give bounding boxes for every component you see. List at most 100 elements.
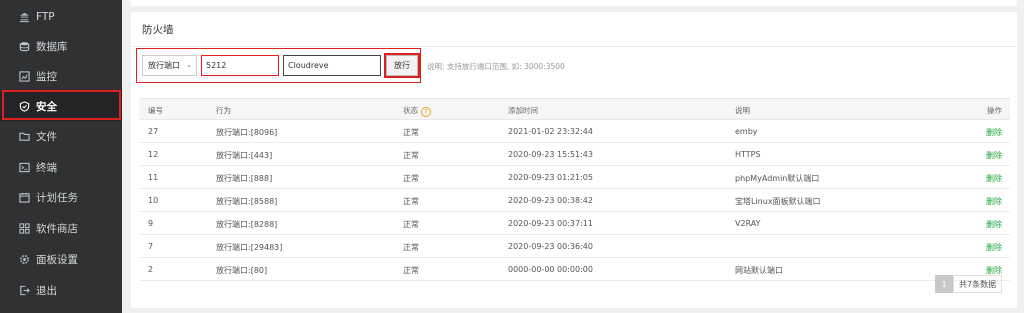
sidebar-item-settings[interactable]: 面板设置 (0, 244, 122, 274)
action-select-value: 放行端口 (148, 61, 180, 70)
grid-icon (19, 222, 30, 234)
cell-action: 放行端口:[443] (216, 151, 273, 160)
delete-link[interactable]: 删除 (986, 127, 1002, 138)
action-select[interactable]: 放行端口 ⌄ (142, 55, 197, 76)
sidebar-item-label: 软件商店 (36, 222, 78, 235)
cell-status: 正常 (403, 174, 419, 183)
cell-time: 2020-09-23 15:51:43 (508, 150, 593, 159)
cell-time: 2020-09-23 00:38:42 (508, 196, 593, 205)
cell-action: 放行端口:[8096] (216, 128, 278, 137)
cell-action: 放行端口:[8288] (216, 220, 278, 229)
cell-note: phpMyAdmin默认端口 (735, 174, 820, 183)
sidebar-item-logout[interactable]: 退出 (0, 275, 122, 305)
table-row: 10 放行端口:[8588] 正常 2020-09-23 00:38:42 宝塔… (139, 189, 1010, 212)
cell-note: emby (735, 127, 758, 136)
sidebar-item-label: 计划任务 (36, 191, 78, 204)
cell-id: 7 (148, 242, 154, 251)
note-input-value: Cloudreve (288, 61, 329, 70)
cell-time: 0000-00-00 00:00:00 (508, 265, 593, 274)
sidebar-highlight-box (2, 90, 121, 120)
firewall-panel: 防火墙 放行端口 ⌄ 5212 Cloudreve 放行 说明: 支持放行端口范… (131, 12, 1017, 308)
logout-icon (19, 285, 30, 296)
title-divider (131, 46, 1017, 47)
column-header-note: 说明 (735, 106, 750, 115)
sidebar-item-terminal[interactable]: 终端 (0, 152, 122, 182)
delete-link[interactable]: 删除 (986, 150, 1002, 161)
sidebar-item-label: 终端 (36, 161, 57, 174)
cell-time: 2020-09-23 01:21:05 (508, 173, 593, 182)
calendar-icon (19, 192, 30, 203)
cell-note: HTTPS (735, 150, 761, 159)
cell-status: 正常 (403, 220, 419, 229)
table-row: 12 放行端口:[443] 正常 2020-09-23 15:51:43 HTT… (139, 143, 1010, 166)
cell-id: 12 (148, 150, 159, 159)
page-number-button[interactable]: 1 (935, 275, 953, 293)
cell-id: 11 (148, 173, 159, 182)
table-row: 11 放行端口:[888] 正常 2020-09-23 01:21:05 php… (139, 166, 1010, 189)
cell-time: 2020-09-23 00:36:40 (508, 242, 593, 251)
sidebar-item-database[interactable]: 数据库 (0, 31, 122, 61)
delete-link[interactable]: 删除 (986, 173, 1002, 184)
cell-id: 27 (148, 127, 159, 136)
sidebar-item-label: 数据库 (36, 40, 68, 53)
page-title: 防火墙 (142, 24, 174, 36)
folder-icon (19, 131, 30, 142)
monitor-icon (19, 70, 30, 82)
sidebar-item-label: 文件 (36, 130, 57, 143)
sidebar-item-files[interactable]: 文件 (0, 121, 122, 151)
table-row: 27 放行端口:[8096] 正常 2021-01-02 23:32:44 em… (139, 120, 1010, 143)
top-strip (131, 0, 1017, 6)
delete-link[interactable]: 删除 (986, 219, 1002, 230)
cell-time: 2020-09-23 00:37:11 (508, 219, 593, 228)
settings-icon (19, 254, 30, 265)
cell-note: V2RAY (735, 219, 761, 228)
cell-status: 正常 (403, 128, 419, 137)
cell-status: 正常 (403, 266, 419, 275)
database-icon (19, 41, 30, 52)
note-input[interactable]: Cloudreve (283, 55, 381, 76)
sidebar-item-monitor[interactable]: 监控 (0, 61, 122, 91)
column-header-op: 操作 (987, 106, 1002, 115)
cell-id: 10 (148, 196, 159, 205)
table-row: 2 放行端口:[80] 正常 0000-00-00 00:00:00 网站默认端… (139, 258, 1010, 281)
cell-status: 正常 (403, 243, 419, 252)
cell-action: 放行端口:[8588] (216, 197, 278, 206)
allow-button[interactable]: 放行 (386, 55, 418, 76)
help-icon[interactable]: ? (421, 107, 431, 117)
column-header-action: 行为 (216, 106, 231, 115)
cell-note: 宝塔Linux面板默认端口 (735, 197, 821, 206)
cell-id: 2 (148, 265, 154, 274)
cell-id: 9 (148, 219, 154, 228)
cell-status: 正常 (403, 197, 419, 206)
table-row: 9 放行端口:[8288] 正常 2020-09-23 00:37:11 V2R… (139, 212, 1010, 235)
sidebar-item-label: 面板设置 (36, 253, 78, 266)
sidebar-item-store[interactable]: 软件商店 (0, 213, 122, 243)
cell-action: 放行端口:[80] (216, 266, 268, 275)
port-input[interactable]: 5212 (201, 55, 279, 76)
cell-time: 2021-01-02 23:32:44 (508, 127, 593, 136)
table-header: 编号 行为 状态? 添加时间 说明 操作 (139, 98, 1010, 120)
form-hint: 说明: 支持放行端口范围, 如: 3000:3500 (427, 62, 565, 71)
delete-link[interactable]: 删除 (986, 196, 1002, 207)
sidebar-item-ftp[interactable]: FTP (0, 2, 122, 32)
sidebar-item-cron[interactable]: 计划任务 (0, 182, 122, 212)
cell-action: 放行端口:[29483] (216, 243, 283, 252)
sidebar-item-label: FTP (36, 11, 55, 23)
column-header-status-label: 状态 (403, 106, 418, 115)
chevron-down-icon: ⌄ (186, 61, 192, 69)
pager-total-count: 共7条数据 (953, 275, 1003, 293)
table-row: 7 放行端口:[29483] 正常 2020-09-23 00:36:40 删除 (139, 235, 1010, 258)
port-input-value: 5212 (206, 61, 227, 70)
cell-note: 网站默认端口 (735, 266, 783, 275)
column-header-status: 状态? (403, 105, 431, 117)
sidebar-item-label: 退出 (36, 284, 57, 297)
cell-action: 放行端口:[888] (216, 174, 273, 183)
sidebar-item-label: 监控 (36, 70, 57, 83)
sidebar: FTP 数据库 监控 安全 文件 终端 计划任务 软件商店 面板设置 退出 (0, 0, 122, 313)
column-header-time: 添加时间 (508, 106, 538, 115)
cell-status: 正常 (403, 151, 419, 160)
delete-link[interactable]: 删除 (986, 242, 1002, 253)
ftp-icon (19, 12, 30, 23)
column-header-id: 编号 (148, 106, 163, 115)
terminal-icon (19, 162, 30, 173)
